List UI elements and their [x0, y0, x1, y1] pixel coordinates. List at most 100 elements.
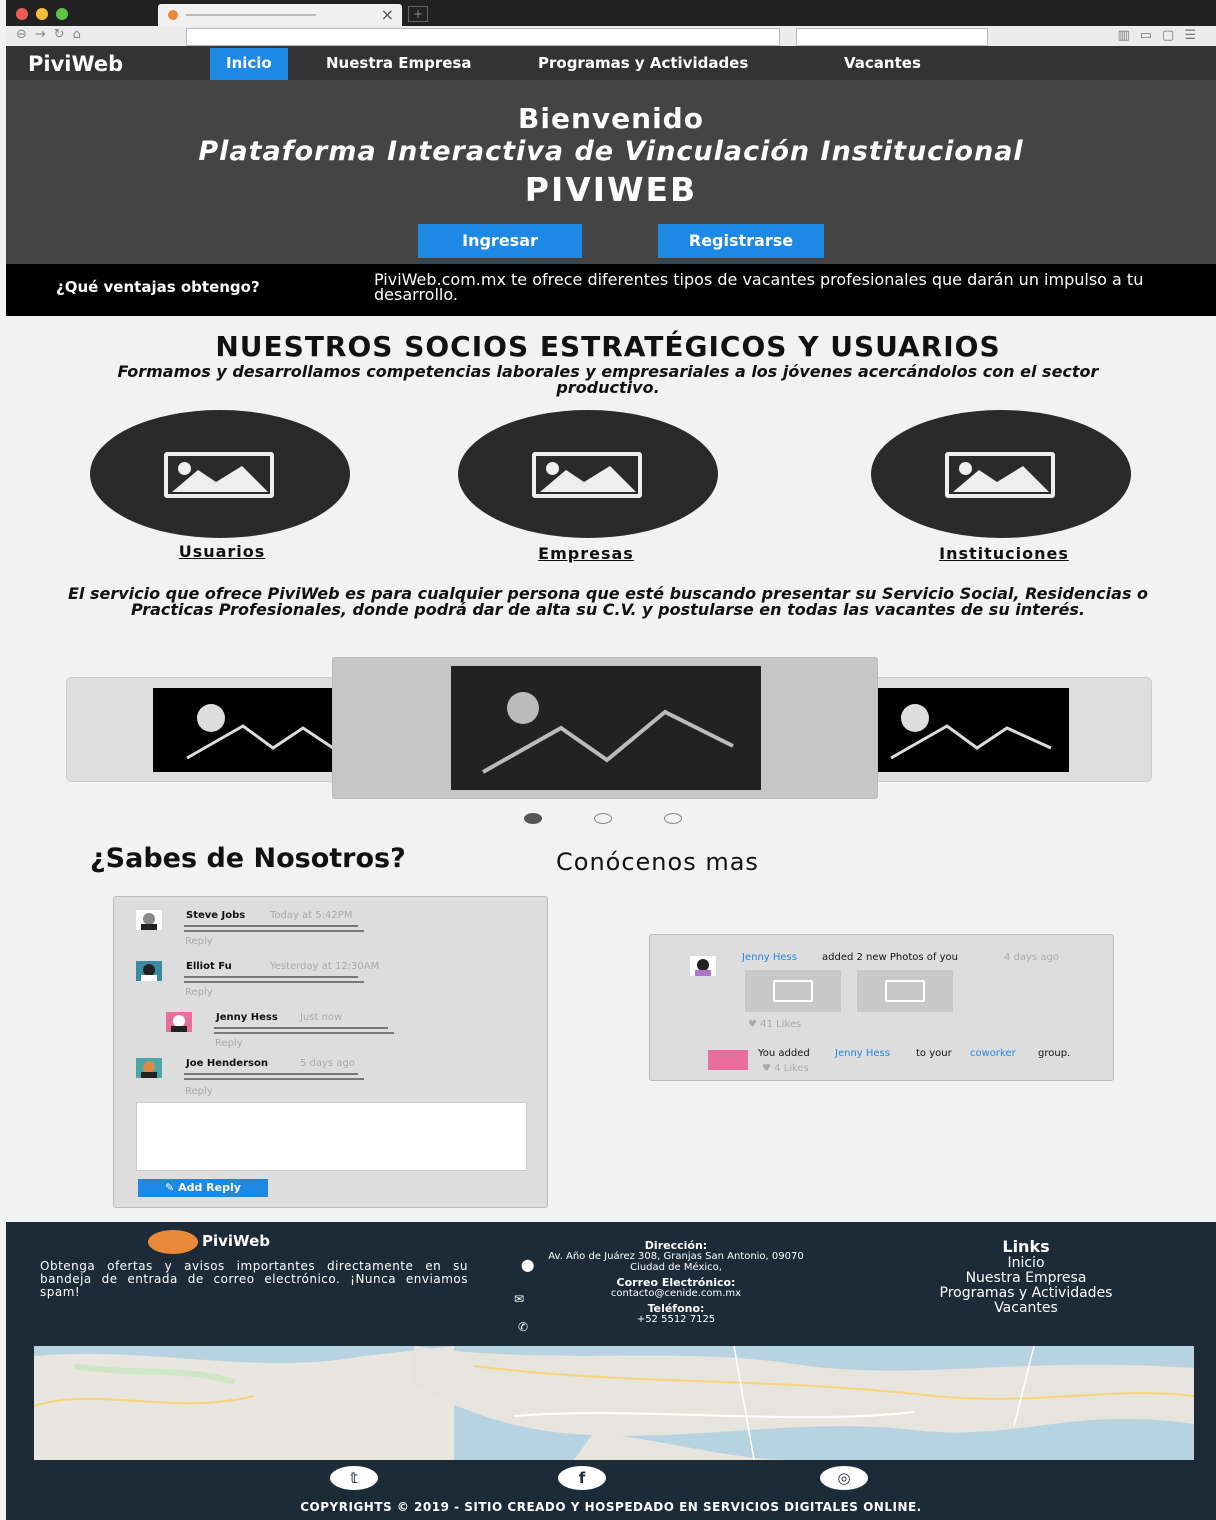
likes-count: 4 Likes — [774, 1063, 809, 1074]
heart-icon: ♥ — [762, 1063, 775, 1074]
instituciones-circle[interactable] — [871, 410, 1131, 538]
maximize-window-button[interactable] — [56, 8, 68, 20]
usuarios-link[interactable]: Usuarios — [92, 542, 352, 561]
links-title: Links — [1002, 1237, 1050, 1256]
reply-link[interactable]: Reply — [185, 987, 213, 998]
feed-likes[interactable]: ♥ 4 Likes — [762, 1063, 809, 1074]
carousel-dot-3[interactable] — [664, 813, 682, 824]
image-placeholder-icon — [532, 452, 642, 498]
close-window-button[interactable] — [16, 8, 28, 20]
register-button[interactable]: Registrarse — [658, 224, 824, 258]
hero-banner: Bienvenido Plataforma Interactiva de Vin… — [6, 80, 1216, 264]
image-placeholder-icon — [164, 452, 274, 498]
footer-brand: PiviWeb — [202, 1232, 270, 1250]
avatar — [136, 961, 162, 981]
feed-text: You added — [758, 1048, 810, 1059]
brand-logo[interactable]: PiviWeb — [28, 52, 123, 76]
feed-user-link[interactable]: Jenny Hess — [835, 1048, 890, 1059]
advantages-answer: PiviWeb.com.mx te ofrece diferentes tipo… — [374, 270, 1144, 304]
comment-time: Yesterday at 12:30AM — [270, 961, 380, 972]
phone-icon: ✆ — [518, 1320, 529, 1334]
service-description: El servicio que ofrece PiviWeb es para c… — [67, 584, 1149, 619]
hero-welcome: Bienvenido — [518, 102, 704, 135]
comment-time: Just now — [300, 1012, 343, 1023]
comment-author[interactable]: Elliot Fu — [186, 961, 232, 972]
phone-label: Teléfono: — [647, 1302, 705, 1315]
footer-link-inicio[interactable]: Inicio — [886, 1256, 1166, 1271]
browser-toolbar: ⊖→↻⌂ ▥▭▢☰ — [6, 26, 1216, 46]
site-navbar: PiviWeb Inicio Nuestra Empresa Programas… — [6, 46, 1216, 80]
nav-vacantes[interactable]: Vacantes — [844, 46, 921, 80]
about-subtitle: Conócenos mas — [556, 848, 759, 876]
nav-inicio[interactable]: Inicio — [210, 48, 288, 80]
image-placeholder-icon — [885, 980, 925, 1002]
feed-photo[interactable] — [745, 970, 841, 1012]
minimize-window-button[interactable] — [36, 8, 48, 20]
contact-info: Dirección: Av. Año de Juárez 308, Granja… — [546, 1240, 806, 1325]
avatar — [166, 1012, 192, 1032]
browser-search-box[interactable] — [796, 28, 988, 46]
feed-user-link[interactable]: Jenny Hess — [742, 952, 797, 963]
image-placeholder-icon — [773, 980, 813, 1002]
lotus-logo-icon — [148, 1230, 198, 1254]
advantages-strip: ¿Qué ventajas obtengo? PiviWeb.com.mx te… — [6, 264, 1216, 316]
image-placeholder-icon — [945, 452, 1055, 498]
avatar — [136, 1058, 162, 1078]
comment-author[interactable]: Joe Henderson — [186, 1058, 268, 1069]
carousel-slide-right[interactable] — [877, 688, 1069, 772]
location-map[interactable] — [34, 1346, 1194, 1460]
tab-title-placeholder — [186, 14, 316, 16]
partners-subtitle: Formamos y desarrollamos competencias la… — [117, 362, 1099, 397]
usuarios-circle[interactable] — [90, 410, 350, 538]
hero-subtitle: Plataforma Interactiva de Vinculación In… — [198, 136, 1024, 167]
nav-nuestra-empresa[interactable]: Nuestra Empresa — [326, 46, 471, 80]
empresas-circle[interactable] — [458, 410, 718, 538]
avatar — [708, 1050, 748, 1070]
footer-links: Links Inicio Nuestra Empresa Programas y… — [886, 1238, 1166, 1316]
comment-time: Today at 5:42PM — [270, 910, 353, 921]
feed-group-link[interactable]: coworker — [970, 1048, 1016, 1059]
carousel-dot-1[interactable] — [524, 813, 542, 824]
feed-text: group. — [1038, 1048, 1071, 1059]
facebook-icon[interactable]: f — [558, 1466, 606, 1490]
feed-text: to your — [916, 1048, 952, 1059]
close-tab-icon[interactable]: × — [381, 5, 394, 24]
footer-link-programas[interactable]: Programas y Actividades — [886, 1286, 1166, 1301]
image-placeholder-icon — [451, 666, 761, 790]
comment-author[interactable]: Jenny Hess — [216, 1012, 278, 1023]
reply-textarea[interactable] — [136, 1102, 527, 1171]
browser-tab[interactable]: × — [158, 4, 402, 26]
empresas-link[interactable]: Empresas — [456, 544, 716, 563]
firefox-icon — [168, 10, 178, 20]
edit-icon: ✎ — [165, 1181, 179, 1194]
email-text[interactable]: contacto@cenide.com.mx — [546, 1288, 806, 1299]
instagram-icon[interactable]: ◎ — [820, 1466, 868, 1490]
copyright: COPYRIGHTS © 2019 - SITIO CREADO Y HOSPE… — [300, 1500, 922, 1514]
feed-action: added 2 new Photos of you — [822, 952, 958, 963]
address-label: Dirección: — [644, 1239, 708, 1252]
carousel-dot-2[interactable] — [594, 813, 612, 824]
reply-link[interactable]: Reply — [185, 936, 213, 947]
toolbar-icons[interactable]: ▥▭▢☰ — [1117, 28, 1206, 43]
add-reply-button[interactable]: ✎ Add Reply — [138, 1179, 268, 1197]
comment-author[interactable]: Steve Jobs — [186, 910, 245, 921]
feed-likes[interactable]: ♥ 41 Likes — [748, 1019, 801, 1030]
carousel-slide-active[interactable] — [332, 657, 878, 799]
nav-programas[interactable]: Programas y Actividades — [538, 46, 748, 80]
reply-link[interactable]: Reply — [215, 1038, 243, 1049]
twitter-icon[interactable]: 𝕥 — [330, 1466, 378, 1490]
footer-link-vacantes[interactable]: Vacantes — [886, 1301, 1166, 1316]
feed-time: 4 days ago — [1004, 952, 1059, 963]
feed-photo[interactable] — [857, 970, 953, 1012]
location-icon: ⬤ — [521, 1258, 535, 1272]
carousel-slide-left[interactable] — [153, 688, 335, 772]
reply-link[interactable]: Reply — [185, 1086, 213, 1097]
login-button[interactable]: Ingresar — [418, 224, 582, 258]
phone-text[interactable]: +52 5512 7125 — [546, 1314, 806, 1325]
footer-link-nuestra-empresa[interactable]: Nuestra Empresa — [886, 1271, 1166, 1286]
instituciones-link[interactable]: Instituciones — [874, 544, 1134, 563]
address-bar[interactable] — [186, 28, 780, 46]
new-tab-button[interactable]: + — [408, 6, 428, 22]
navigation-buttons[interactable]: ⊖→↻⌂ — [16, 27, 89, 42]
browser-chrome: × + ⊖→↻⌂ ▥▭▢☰ — [6, 0, 1216, 46]
